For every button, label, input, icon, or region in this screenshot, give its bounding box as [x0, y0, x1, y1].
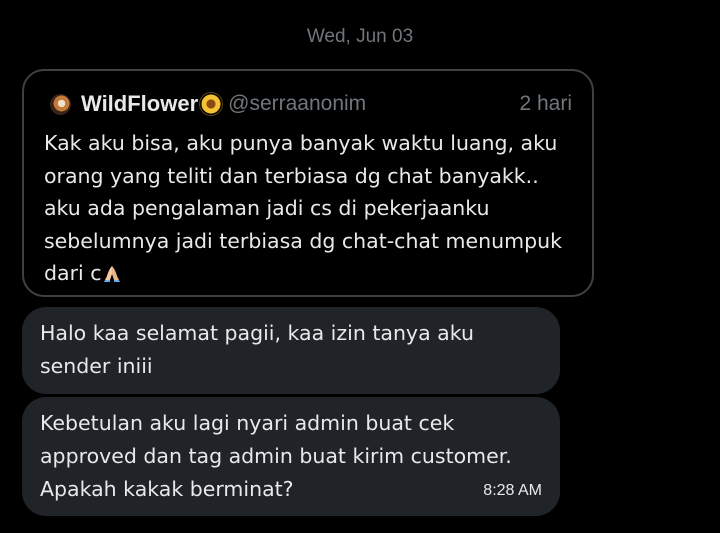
quoted-text-line: dari c: [44, 257, 579, 290]
sunflower-icon: [200, 93, 223, 115]
quoted-post-text: Kak aku bisa, aku punya banyak waktu lua…: [44, 127, 579, 290]
quoted-text-fragment: dari c: [44, 261, 102, 286]
date-separator: Wed, Jun 03: [306, 26, 414, 47]
message-line: Apakah kakak berminat?: [40, 477, 294, 501]
message-bubble[interactable]: Halo kaa selamat pagii, kaa izin tanya a…: [22, 307, 560, 394]
quoted-text-line: Kak aku bisa, aku punya banyak waktu lua…: [44, 131, 558, 155]
message-line: sender iniii: [40, 354, 153, 378]
quoted-post-card[interactable]: WildFlower @serraanonim 2 hari Kak aku b…: [22, 69, 594, 297]
quoted-text-line: orang yang teliti dan terbiasa dg chat b…: [44, 163, 539, 188]
message-bubble[interactable]: Kebetulan aku lagi nyari admin buat cek …: [22, 397, 560, 516]
message-text: Halo kaa selamat pagii, kaa izin tanya a…: [40, 317, 540, 383]
quoted-author-name[interactable]: WildFlower: [81, 91, 198, 117]
folded-hands-icon: [103, 266, 120, 283]
message-timestamp: 8:28 AM: [483, 482, 542, 499]
message-line: Halo kaa selamat pagii, kaa izin tanya a…: [40, 321, 474, 345]
quoted-post-time: 2 hari: [519, 92, 572, 115]
quoted-text-line: sebelumnya jadi terbiasa dg chat-chat me…: [44, 228, 562, 253]
quoted-post-header: WildFlower @serraanonim 2 hari: [50, 89, 572, 119]
message-line: Kebetulan aku lagi nyari admin buat cek: [40, 411, 455, 435]
avatar[interactable]: [50, 93, 71, 115]
quoted-author-handle[interactable]: @serraanonim: [228, 92, 366, 116]
quoted-text-line: aku ada pengalaman jadi cs di pekerjaank…: [44, 196, 490, 221]
message-line: approved dan tag admin buat kirim custom…: [40, 444, 512, 468]
message-text: Kebetulan aku lagi nyari admin buat cek …: [40, 407, 540, 506]
